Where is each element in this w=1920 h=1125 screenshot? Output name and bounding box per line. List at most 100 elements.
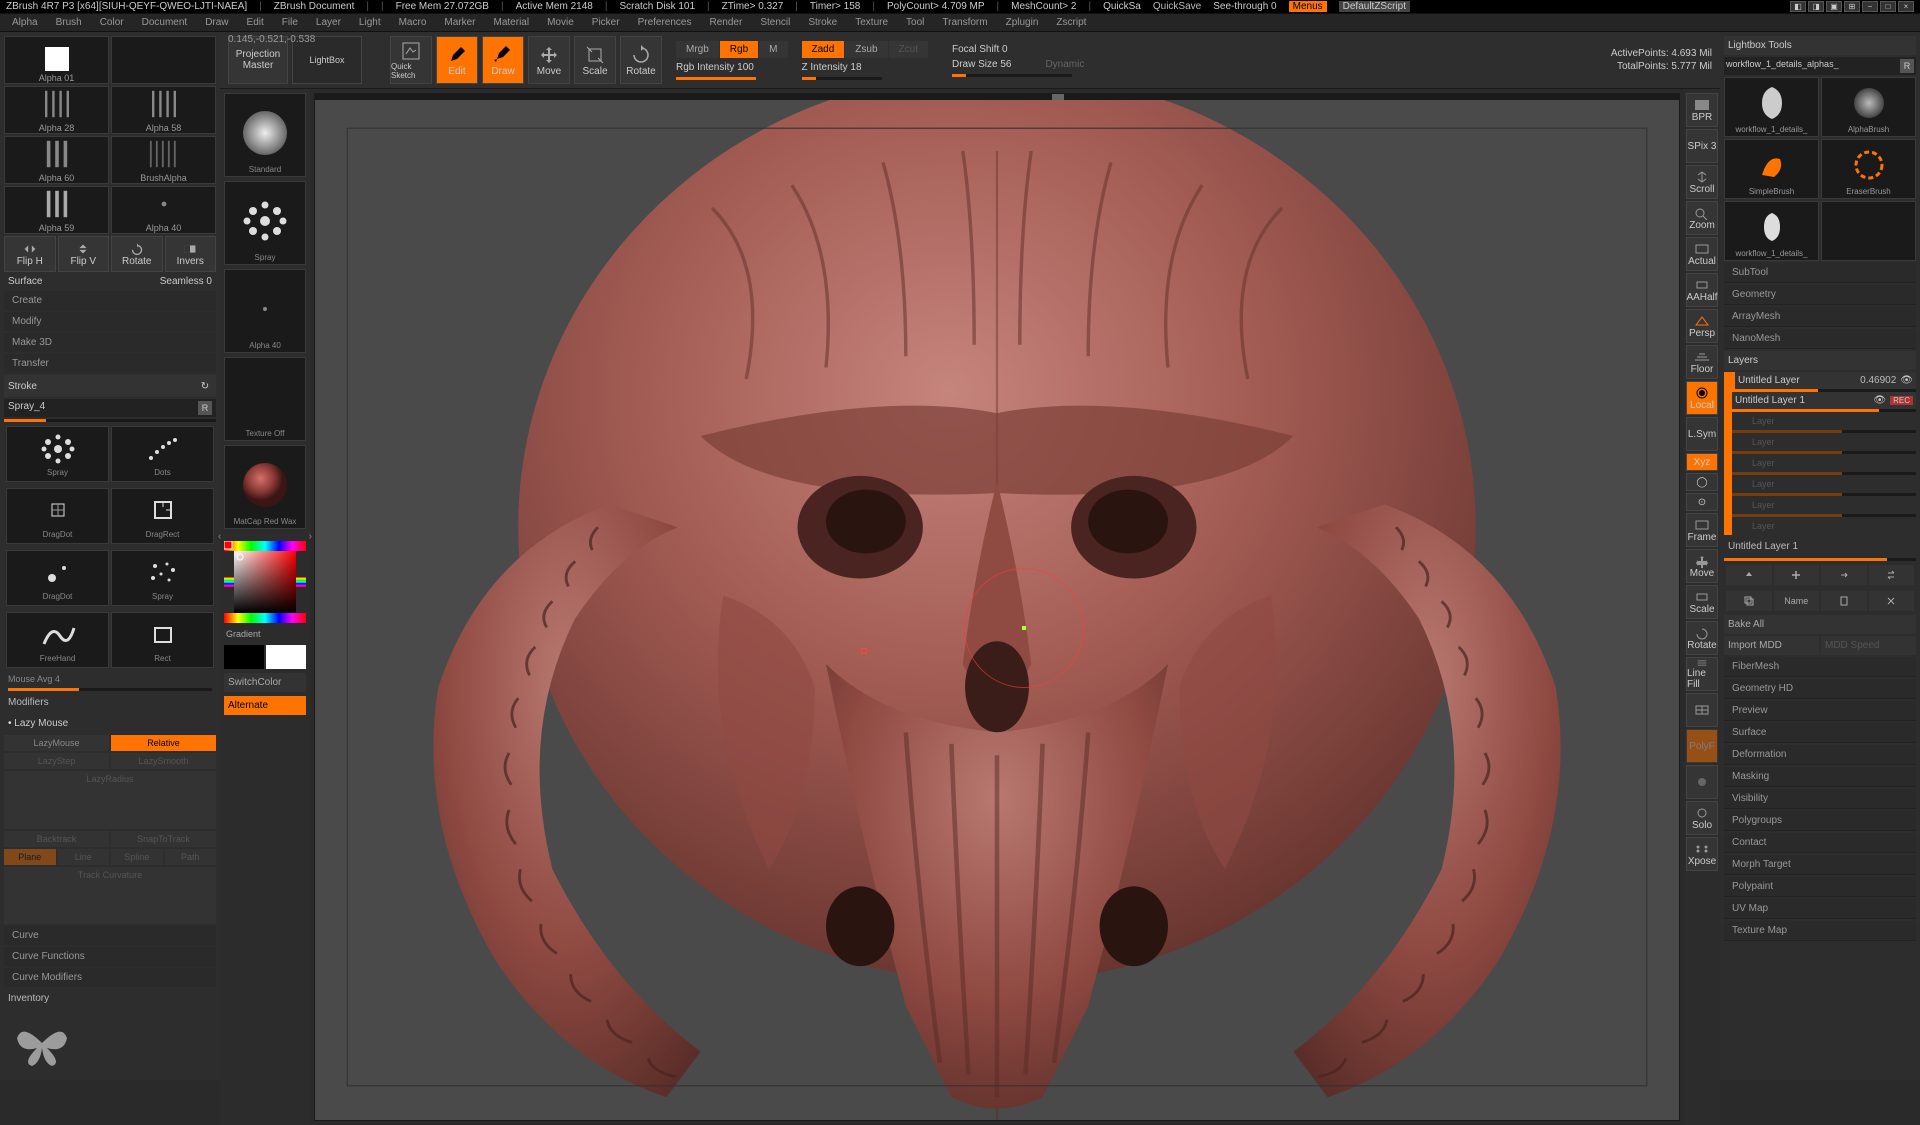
lazymouse-button[interactable]: LazyMouse	[4, 735, 109, 751]
minimize-button[interactable]: −	[1862, 1, 1878, 12]
color-picker[interactable]	[224, 541, 306, 623]
fibermesh-item[interactable]: FiberMesh	[1724, 657, 1916, 677]
menu-picker[interactable]: Picker	[584, 15, 628, 30]
menu-macro[interactable]: Macro	[391, 15, 435, 30]
masking-item[interactable]: Masking	[1724, 767, 1916, 787]
rotate-mode-button[interactable]: Rotate	[620, 36, 662, 84]
menu-light[interactable]: Light	[351, 15, 389, 30]
draw-button[interactable]: Draw	[482, 36, 524, 84]
curvefn-item[interactable]: Curve Functions	[4, 947, 216, 966]
menu-movie[interactable]: Movie	[539, 15, 582, 30]
linefill-button[interactable]: Line Fill	[1686, 657, 1718, 691]
layer-add-button[interactable]	[1774, 565, 1820, 585]
menu-edit[interactable]: Edit	[239, 15, 272, 30]
edit-button[interactable]: Edit	[436, 36, 478, 84]
alpha-swatch[interactable]: Alpha 01	[4, 36, 109, 84]
layer-move-button[interactable]	[1821, 565, 1867, 585]
tool-simplebrush[interactable]: SimpleBrush	[1724, 139, 1819, 199]
create-item[interactable]: Create	[4, 291, 216, 310]
menus-button[interactable]: Menus	[1289, 1, 1327, 12]
menu-stencil[interactable]: Stencil	[752, 15, 798, 30]
local-button[interactable]: Local	[1686, 381, 1718, 415]
quicksave-button[interactable]: QuickSave	[1153, 1, 1201, 12]
surface-item[interactable]: Surface	[1724, 723, 1916, 743]
stroke-spray2[interactable]: Spray	[111, 550, 214, 606]
contact-item[interactable]: Contact	[1724, 833, 1916, 853]
layer-row-2[interactable]: Untitled Layer 1 👁 REC	[1732, 392, 1916, 409]
tool-alphabrush[interactable]: AlphaBrush	[1821, 77, 1916, 137]
geometry-item[interactable]: Geometry	[1724, 285, 1916, 305]
relative-button[interactable]: Relative	[111, 735, 216, 751]
lazymouse-section[interactable]: • Lazy Mouse	[4, 714, 216, 733]
menu-zplugin[interactable]: Zplugin	[998, 15, 1047, 30]
window-btn-1[interactable]: ◧	[1790, 1, 1806, 12]
layers-header[interactable]: Layers	[1724, 351, 1916, 370]
alpha-swatch[interactable]: BrushAlpha	[111, 136, 216, 184]
brush-standard[interactable]: Standard	[224, 93, 306, 177]
spray-label[interactable]: Spray_4	[8, 401, 45, 415]
geometryhd-item[interactable]: Geometry HD	[1724, 679, 1916, 699]
tool-empty[interactable]	[1821, 201, 1916, 261]
window-btn-4[interactable]: ⊞	[1844, 1, 1860, 12]
chevron-left-icon[interactable]: ‹	[218, 531, 221, 542]
polypaint-item[interactable]: Polypaint	[1724, 877, 1916, 897]
arraymesh-item[interactable]: ArrayMesh	[1724, 307, 1916, 327]
menu-alpha[interactable]: Alpha	[4, 15, 46, 30]
draw-size[interactable]: Draw Size 56	[952, 59, 1011, 70]
stroke-freehand[interactable]: FreeHand	[6, 612, 109, 668]
menu-transform[interactable]: Transform	[934, 15, 995, 30]
menu-material[interactable]: Material	[486, 15, 538, 30]
stroke-spray[interactable]: Spray	[6, 426, 109, 482]
alpha-swatch[interactable]: Alpha 60	[4, 136, 109, 184]
floor-button[interactable]: Floor	[1686, 345, 1718, 379]
menu-texture[interactable]: Texture	[847, 15, 896, 30]
alternate-button[interactable]: Alternate	[224, 696, 306, 715]
move-button[interactable]: Move	[528, 36, 570, 84]
layer-copy-button[interactable]	[1821, 591, 1867, 611]
rt-scale-button[interactable]: Scale	[1686, 585, 1718, 619]
frame-button[interactable]: Frame	[1686, 513, 1718, 547]
menu-zscript[interactable]: Zscript	[1048, 15, 1094, 30]
mrgb-button[interactable]: Mrgb	[676, 41, 719, 58]
bpr-button[interactable]: BPR	[1686, 93, 1718, 127]
invert-button[interactable]: Invers	[165, 236, 217, 272]
white-swatch[interactable]	[266, 645, 306, 669]
deformation-item[interactable]: Deformation	[1724, 745, 1916, 765]
rgb-button[interactable]: Rgb	[720, 41, 758, 58]
switchcolor-button[interactable]: SwitchColor	[224, 673, 306, 692]
alpha-swatch[interactable]	[111, 36, 216, 84]
tool-workflow2[interactable]: workflow_1_details_	[1724, 201, 1819, 261]
menu-tool[interactable]: Tool	[898, 15, 932, 30]
menu-brush[interactable]: Brush	[48, 15, 90, 30]
menu-stroke[interactable]: Stroke	[800, 15, 845, 30]
quicksketch-button[interactable]: Quick Sketch	[390, 36, 432, 84]
menu-file[interactable]: File	[274, 15, 306, 30]
file-path[interactable]: workflow_1_details_alphas_	[1726, 59, 1900, 73]
r-chip[interactable]: R	[198, 401, 212, 415]
menu-draw[interactable]: Draw	[197, 15, 236, 30]
dynamic-label[interactable]: Dynamic	[1045, 59, 1084, 70]
alpha-swatch[interactable]: Alpha 59	[4, 186, 109, 234]
transfer-item[interactable]: Transfer	[4, 354, 216, 373]
seamless-label[interactable]: Seamless 0	[160, 276, 212, 287]
layer-del-button[interactable]	[1869, 591, 1915, 611]
flipv-button[interactable]: Flip V	[58, 236, 110, 272]
close-button[interactable]: ×	[1898, 1, 1914, 12]
uvmap-item[interactable]: UV Map	[1724, 899, 1916, 919]
scale-button[interactable]: Scale	[574, 36, 616, 84]
focal-shift[interactable]: Focal Shift 0	[952, 44, 1008, 55]
make3d-item[interactable]: Make 3D	[4, 333, 216, 352]
stroke-refresh-icon[interactable]: ↻	[198, 379, 212, 393]
scroll-button[interactable]: Scroll	[1686, 165, 1718, 199]
tool-eraserbrush[interactable]: EraserBrush	[1821, 139, 1916, 199]
eye-icon[interactable]: 👁	[1900, 375, 1913, 386]
alpha-swatch[interactable]: Alpha 58	[111, 86, 216, 134]
transp-button[interactable]: ◯	[1686, 473, 1718, 491]
polygroups-item[interactable]: Polygroups	[1724, 811, 1916, 831]
tool-workflow1[interactable]: workflow_1_details_	[1724, 77, 1819, 137]
menu-render[interactable]: Render	[702, 15, 751, 30]
brush-alpha40[interactable]: Alpha 40	[224, 269, 306, 353]
window-btn-2[interactable]: ◨	[1808, 1, 1824, 12]
alpha-swatch[interactable]: Alpha 40	[111, 186, 216, 234]
lightbox-tools-header[interactable]: Lightbox Tools	[1724, 36, 1916, 55]
